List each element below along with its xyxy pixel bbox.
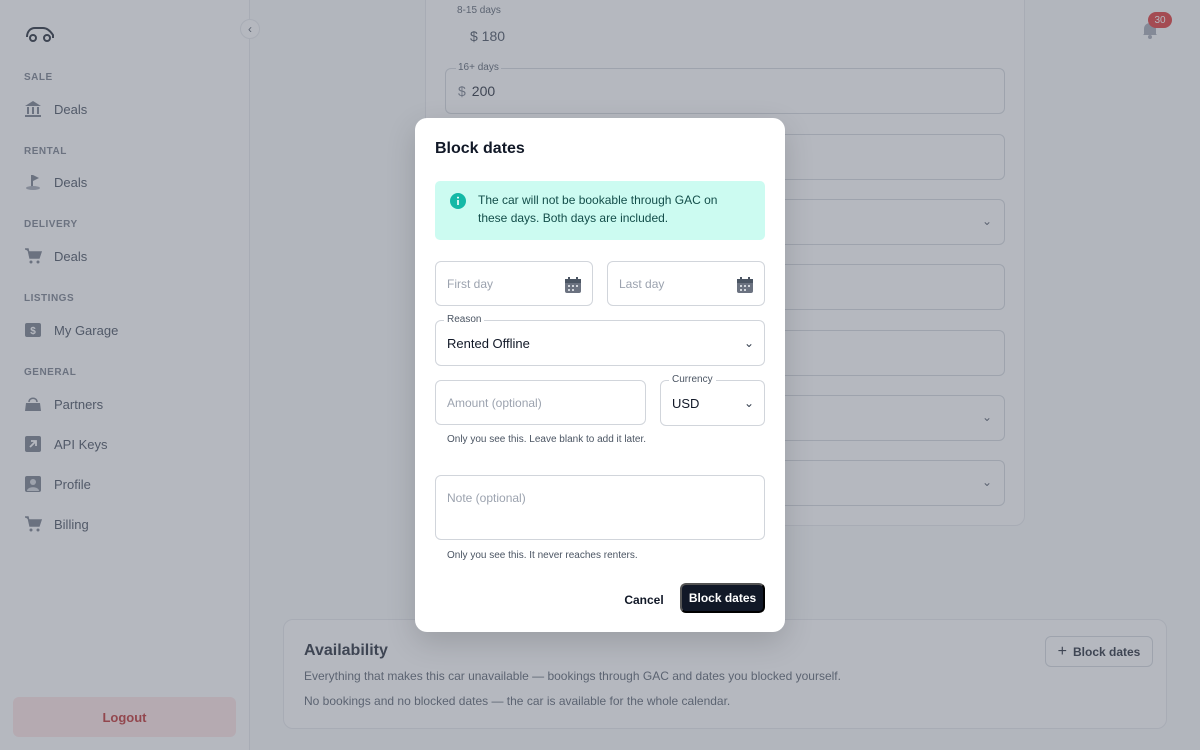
placeholder: Note (optional)	[447, 491, 526, 505]
info-text: The car will not be bookable through GAC…	[478, 193, 718, 225]
info-icon	[450, 193, 466, 209]
block-dates-submit-button[interactable]: Block dates	[680, 583, 765, 613]
amount-help-text: Only you see this. Leave blank to add it…	[447, 434, 647, 445]
field-label: Reason	[444, 314, 485, 325]
placeholder: First day	[447, 277, 494, 291]
chevron-down-icon: ⌄	[743, 336, 754, 350]
note-textarea[interactable]: Note (optional)	[435, 475, 765, 540]
placeholder: Last day	[619, 277, 665, 291]
selected-value: Rented Offline	[447, 336, 530, 351]
calendar-icon[interactable]	[564, 276, 582, 294]
last-day-input[interactable]: Last day	[607, 261, 765, 306]
info-alert: The car will not be bookable through GAC…	[435, 181, 765, 240]
dialog-title: Block dates	[435, 140, 525, 157]
first-day-input[interactable]: First day	[435, 261, 593, 306]
currency-select[interactable]: Currency USD ⌄	[660, 374, 765, 426]
amount-input[interactable]: Amount (optional)	[435, 380, 646, 425]
selected-value: USD	[672, 396, 700, 411]
chevron-down-icon: ⌄	[743, 396, 754, 410]
note-help-text: Only you see this. It never reaches rent…	[447, 550, 638, 561]
block-dates-dialog: Block dates The car will not be bookable…	[415, 118, 785, 632]
cancel-button[interactable]: Cancel	[614, 586, 674, 614]
reason-select[interactable]: Reason Rented Offline ⌄	[435, 314, 765, 366]
calendar-icon[interactable]	[736, 276, 754, 294]
placeholder: Amount (optional)	[447, 396, 542, 410]
field-label: Currency	[669, 374, 716, 385]
